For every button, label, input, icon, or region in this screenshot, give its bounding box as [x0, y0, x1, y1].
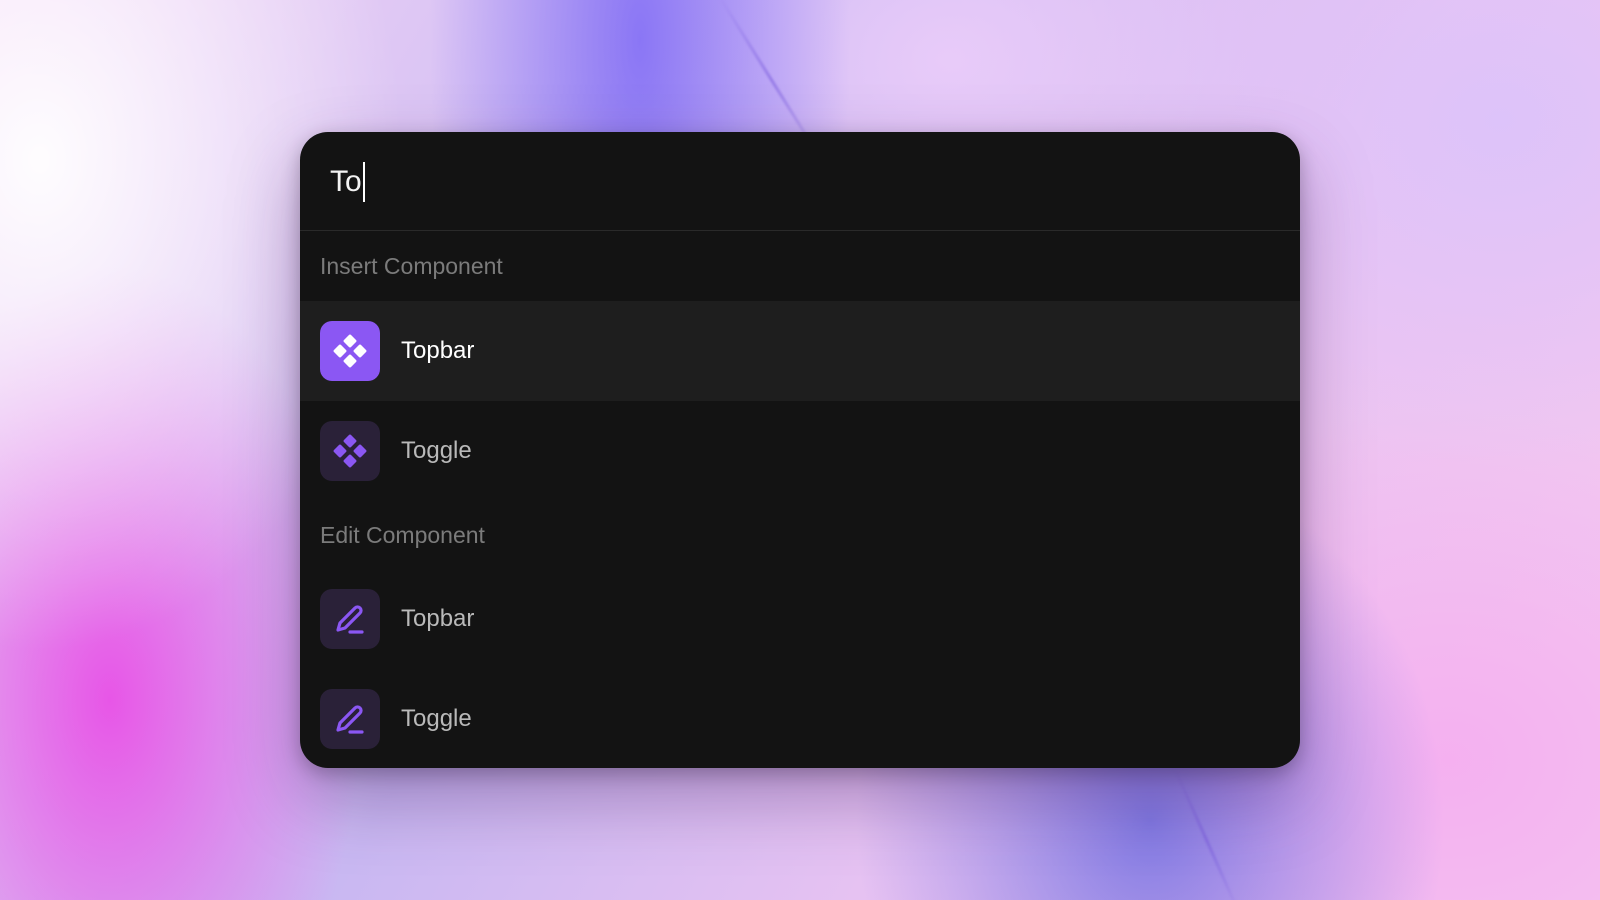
section-header-insert-component: Insert Component	[320, 253, 503, 279]
item-label: Topbar	[401, 337, 475, 364]
edit-component-item-topbar[interactable]: Topbar	[300, 569, 1300, 669]
wallpaper-streak	[1172, 766, 1241, 900]
edit-component-item-toggle[interactable]: Toggle	[300, 669, 1300, 768]
item-label: Toggle	[401, 437, 472, 464]
command-palette: Insert Component Topbar Toggle Edit Comp…	[300, 132, 1300, 768]
pen-icon	[320, 589, 380, 649]
insert-component-item-toggle[interactable]: Toggle	[300, 401, 1300, 501]
text-caret	[363, 162, 365, 202]
search-bar	[300, 132, 1300, 231]
section-header-edit-component: Edit Component	[320, 522, 485, 548]
component-icon	[320, 321, 380, 381]
pen-icon	[320, 689, 380, 749]
component-icon	[320, 421, 380, 481]
item-label: Topbar	[401, 605, 475, 632]
insert-component-item-topbar[interactable]: Topbar	[300, 301, 1300, 401]
search-input[interactable]	[330, 160, 1230, 204]
item-label: Toggle	[401, 705, 472, 732]
